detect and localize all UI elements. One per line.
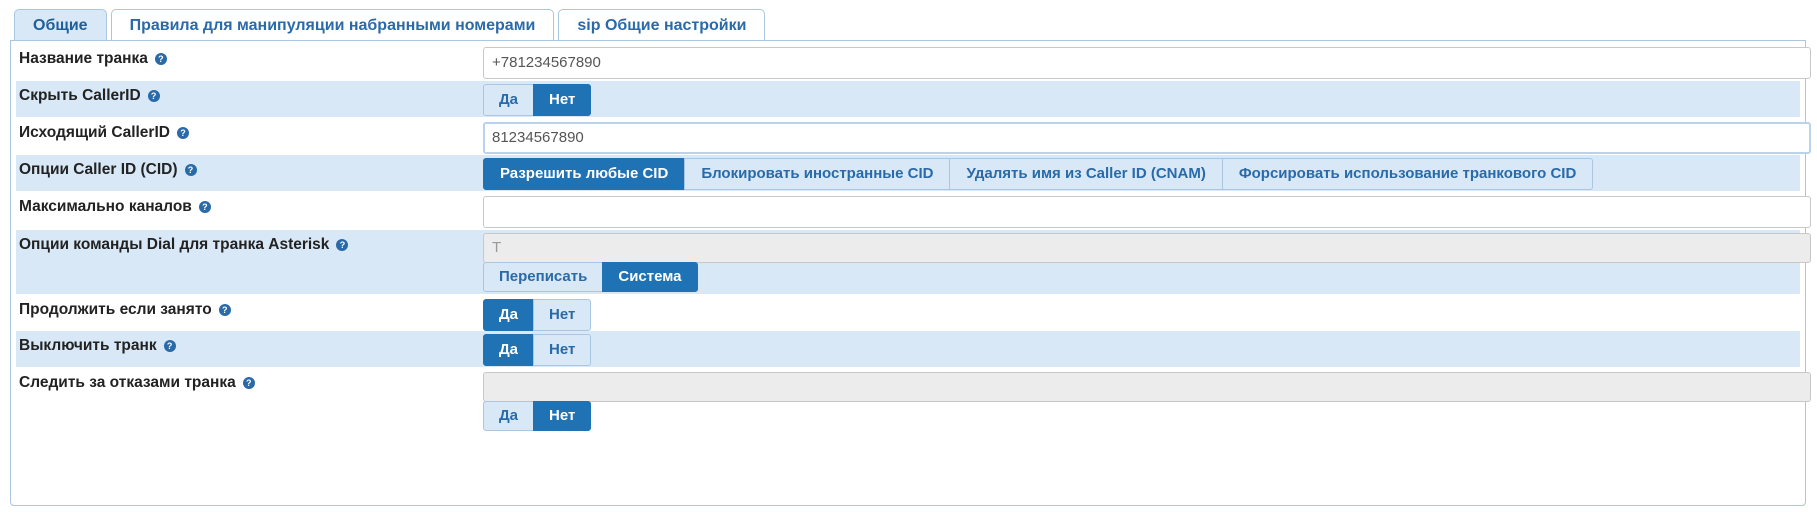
continue-busy-yes-button[interactable]: Да: [483, 299, 535, 331]
help-icon[interactable]: ?: [242, 377, 255, 389]
cid-block-foreign-button[interactable]: Блокировать иностранные CID: [684, 158, 951, 190]
row-continue-busy: Продолжить если занято? Да Нет: [16, 296, 1800, 331]
row-disable-trunk: Выключить транк? Да Нет: [16, 331, 1800, 367]
monitor-failures-toggle: Да Нет: [483, 401, 592, 431]
monitor-failures-input: [483, 372, 1811, 402]
max-channels-label: Максимально каналов?: [19, 198, 211, 216]
monitor-failures-no-button[interactable]: Нет: [533, 401, 592, 431]
tab-dial-rules[interactable]: Правила для манипуляции набранными номер…: [110, 9, 555, 40]
help-icon[interactable]: ?: [176, 127, 189, 139]
max-channels-input[interactable]: [483, 196, 1811, 228]
help-icon[interactable]: ?: [336, 239, 349, 251]
tab-sip-settings[interactable]: sip Общие настройки: [558, 9, 766, 40]
tab-general[interactable]: Общие: [14, 9, 107, 40]
dial-options-input: T: [483, 233, 1811, 263]
cid-options-label: Опции Caller ID (CID)?: [19, 161, 197, 179]
trunk-name-label: Название транка?: [19, 50, 167, 68]
disable-trunk-label: Выключить транк?: [19, 337, 176, 355]
continue-busy-no-button[interactable]: Нет: [533, 299, 592, 331]
row-dial-options: Опции команды Dial для транка Asterisk? …: [16, 230, 1811, 294]
help-icon[interactable]: ?: [218, 304, 231, 316]
row-trunk-name: Название транка? +781234567890: [16, 41, 1811, 79]
hide-callerid-yes-button[interactable]: Да: [483, 84, 535, 116]
row-outbound-callerid: Исходящий CallerID? 81234567890: [16, 117, 1811, 155]
row-cid-options: Опции Caller ID (CID)? Разрешить любые C…: [16, 155, 1800, 191]
trunk-name-input[interactable]: +781234567890: [483, 47, 1811, 79]
disable-trunk-toggle: Да Нет: [483, 334, 592, 366]
tab-bar: Общие Правила для манипуляции набранными…: [10, 8, 1806, 40]
cid-allow-any-button[interactable]: Разрешить любые CID: [483, 158, 686, 190]
row-hide-callerid: Скрыть CallerID? Да Нет: [16, 81, 1800, 117]
row-max-channels: Максимально каналов?: [16, 191, 1811, 229]
disable-trunk-no-button[interactable]: Нет: [533, 334, 592, 366]
trunk-settings: Общие Правила для манипуляции набранными…: [10, 8, 1811, 506]
dial-options-label: Опции команды Dial для транка Asterisk?: [19, 236, 349, 254]
help-icon[interactable]: ?: [147, 90, 160, 102]
help-icon[interactable]: ?: [184, 164, 197, 176]
dial-options-toggle: Переписать Система: [483, 262, 698, 292]
cid-options-group: Разрешить любые CID Блокировать иностран…: [483, 158, 1594, 190]
help-icon[interactable]: ?: [163, 340, 176, 352]
continue-busy-toggle: Да Нет: [483, 299, 592, 331]
disable-trunk-yes-button[interactable]: Да: [483, 334, 535, 366]
outbound-callerid-input[interactable]: 81234567890: [483, 122, 1811, 154]
help-icon[interactable]: ?: [154, 53, 167, 65]
row-monitor-failures: Следить за отказами транка? Да Нет: [16, 367, 1811, 435]
dial-override-button[interactable]: Переписать: [483, 262, 604, 292]
dial-system-button[interactable]: Система: [602, 262, 698, 292]
hide-callerid-toggle: Да Нет: [483, 84, 592, 116]
help-icon[interactable]: ?: [198, 201, 211, 213]
continue-busy-label: Продолжить если занято?: [19, 301, 231, 319]
outbound-callerid-label: Исходящий CallerID?: [19, 124, 189, 142]
cid-force-trunk-button[interactable]: Форсировать использование транкового CID: [1221, 158, 1594, 190]
hide-callerid-no-button[interactable]: Нет: [533, 84, 592, 116]
cid-remove-cnam-button[interactable]: Удалять имя из Caller ID (CNAM): [949, 158, 1223, 190]
hide-callerid-label: Скрыть CallerID?: [19, 87, 160, 105]
monitor-failures-label: Следить за отказами транка?: [19, 374, 255, 392]
monitor-failures-yes-button[interactable]: Да: [483, 401, 535, 431]
general-panel: Название транка? +781234567890 Скрыть Ca…: [10, 40, 1811, 506]
